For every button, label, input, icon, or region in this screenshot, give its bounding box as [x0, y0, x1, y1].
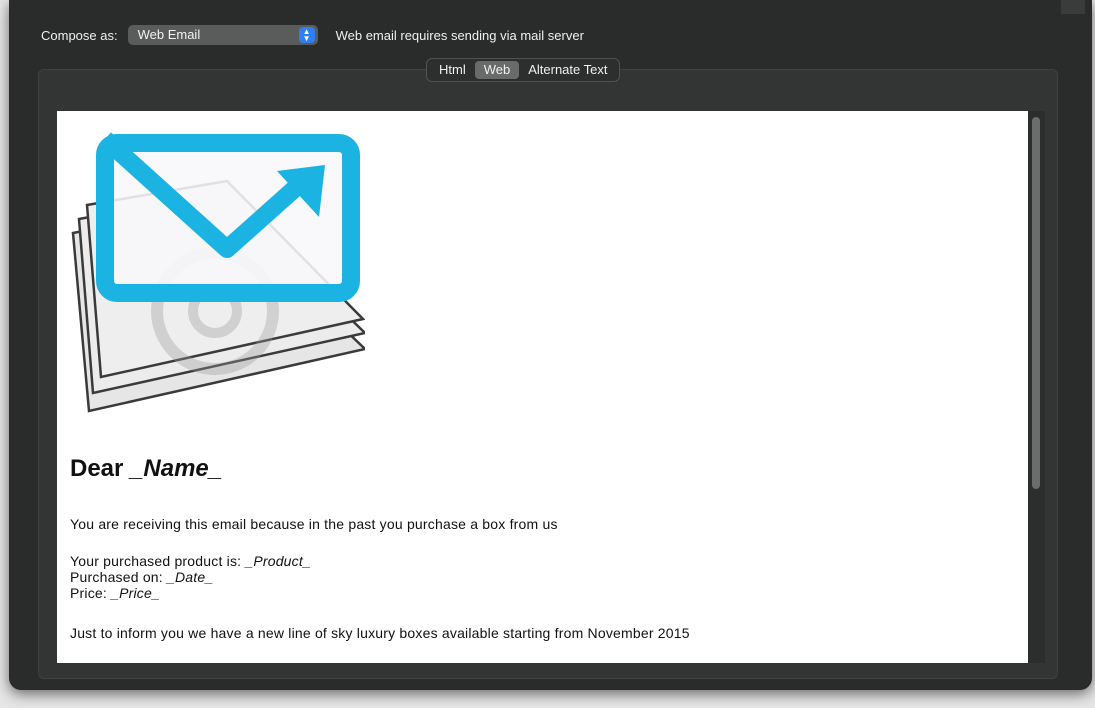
tab-alternate-text[interactable]: Alternate Text: [519, 61, 616, 79]
greeting-prefix: Dear: [70, 455, 131, 482]
product-placeholder: _Product_: [245, 553, 311, 569]
format-tab-bar: Html Web Alternate Text: [426, 58, 621, 82]
greeting-name-placeholder: _Name_: [130, 455, 223, 482]
vertical-scrollbar[interactable]: [1028, 111, 1045, 663]
email-intro: You are receiving this email because in …: [70, 516, 558, 532]
product-line: Your purchased product is: _Product_: [70, 553, 311, 569]
compose-format-value: Web Email: [137, 27, 201, 42]
scrollbar-thumb[interactable]: [1032, 117, 1040, 489]
email-greeting: Dear _Name_: [70, 455, 222, 483]
date-line: Purchased on: _Date_: [70, 569, 214, 585]
compose-row: Compose as: Web Email ▲ ▼ Web email requ…: [41, 25, 584, 45]
tab-html[interactable]: Html: [430, 61, 475, 79]
tab-web[interactable]: Web: [474, 61, 520, 79]
purchase-details: Your purchased product is: _Product_ Pur…: [70, 553, 311, 601]
compose-label: Compose as:: [41, 27, 118, 43]
price-placeholder: _Price_: [111, 585, 160, 601]
compose-format-select[interactable]: Web Email ▲ ▼: [127, 25, 318, 45]
email-preview[interactable]: Dear _Name_ You are receiving this email…: [57, 111, 1045, 663]
updown-chevron-icon: ▲ ▼: [298, 27, 315, 43]
window-corner-tab: [1061, 0, 1085, 14]
compose-note: Web email requires sending via mail serv…: [335, 27, 584, 43]
date-placeholder: _Date_: [166, 569, 214, 585]
mail-send-logo-icon: [71, 132, 365, 413]
email-body: Dear _Name_ You are receiving this email…: [57, 111, 1028, 663]
email-announcement: Just to inform you we have a new line of…: [70, 625, 690, 641]
price-line: Price: _Price_: [70, 585, 160, 601]
